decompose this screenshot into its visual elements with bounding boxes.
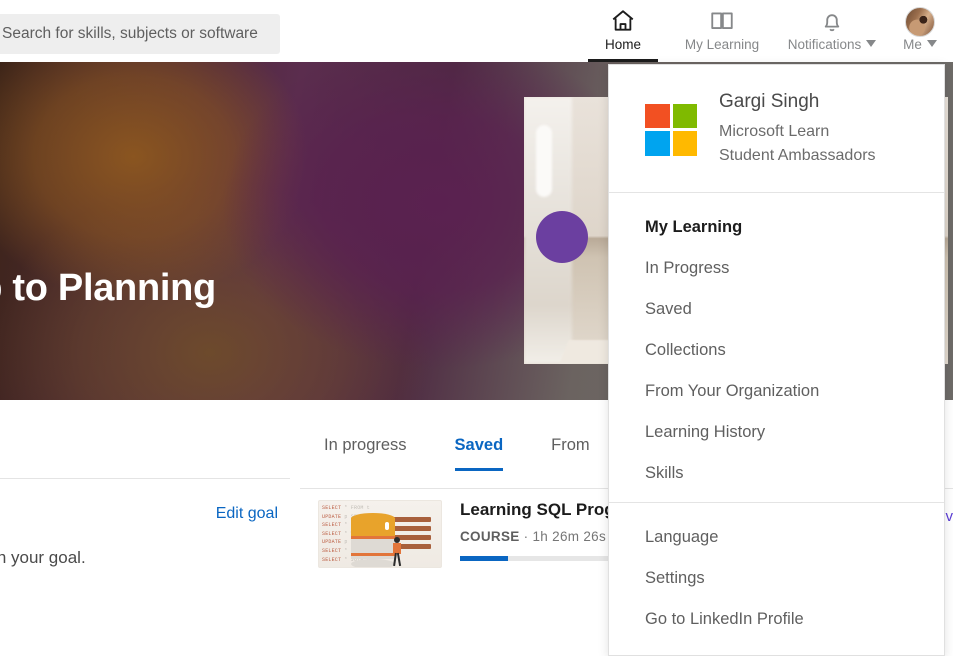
me-profile-header[interactable]: Gargi Singh Microsoft Learn Student Amba… bbox=[609, 65, 944, 192]
me-menu-item-go-to-linkedin-profile[interactable]: Go to LinkedIn Profile bbox=[609, 599, 944, 640]
me-menu-item-skills[interactable]: Skills bbox=[609, 453, 944, 494]
avatar bbox=[905, 6, 935, 36]
nav-item-home[interactable]: Home bbox=[579, 0, 667, 62]
chevron-down-icon-me[interactable] bbox=[927, 40, 937, 47]
me-menu-item-my-learning[interactable]: My Learning bbox=[609, 207, 944, 248]
course-duration: 1h 26m 26s bbox=[532, 529, 606, 544]
home-icon bbox=[610, 6, 636, 36]
me-menu-primary-list: My Learning In Progress Saved Collection… bbox=[609, 193, 944, 502]
book-icon bbox=[709, 6, 735, 36]
me-label-text: Me bbox=[903, 37, 922, 52]
hero-title: e Roadmap to Planning bbox=[0, 267, 216, 310]
me-profile-org: Microsoft Learn Student Ambassadors bbox=[719, 120, 876, 168]
microsoft-logo-icon bbox=[645, 104, 697, 156]
me-dropdown-menu: Gargi Singh Microsoft Learn Student Amba… bbox=[608, 64, 945, 656]
me-menu-item-collections[interactable]: Collections bbox=[609, 330, 944, 371]
me-menu-item-from-your-organization[interactable]: From Your Organization bbox=[609, 371, 944, 412]
tab-saved[interactable]: Saved bbox=[431, 436, 528, 471]
chevron-down-icon[interactable] bbox=[866, 40, 876, 47]
goal-description: ning to reach your goal. bbox=[0, 548, 86, 568]
me-menu-item-language[interactable]: Language bbox=[609, 517, 944, 558]
top-navigation-bar: Home My Learning bbox=[0, 0, 953, 62]
nav-items: Home My Learning bbox=[579, 0, 953, 62]
thumbnail-light-fixture bbox=[536, 125, 552, 197]
tab-in-progress[interactable]: In progress bbox=[300, 436, 431, 471]
course-thumbnail: SELECT * FROM t UPDATE p SET co SELECT *… bbox=[318, 500, 442, 568]
course-thumbnail-person bbox=[389, 537, 405, 567]
nav-item-my-learning-label: My Learning bbox=[685, 37, 759, 52]
me-menu-item-in-progress[interactable]: In Progress bbox=[609, 248, 944, 289]
bell-icon bbox=[819, 6, 845, 36]
me-profile-text: Gargi Singh Microsoft Learn Student Amba… bbox=[719, 91, 876, 168]
my-learning-tabs: In progress Saved From bbox=[300, 436, 614, 471]
me-profile-name: Gargi Singh bbox=[719, 91, 876, 113]
course-progress-fill bbox=[460, 556, 508, 561]
tab-from-your-organization[interactable]: From bbox=[527, 436, 614, 471]
nav-item-my-learning[interactable]: My Learning bbox=[667, 0, 777, 62]
nav-item-me-label: Me bbox=[903, 37, 937, 52]
thumbnail-purple-circle bbox=[536, 211, 588, 263]
linkedin-learning-home-page: e Roadmap to Planning r and Educator Edi… bbox=[0, 0, 953, 656]
me-menu-secondary-list: Language Settings Go to LinkedIn Profile bbox=[609, 503, 944, 648]
nav-item-notifications-label: Notifications bbox=[788, 37, 877, 52]
me-profile-org-line2: Student Ambassadors bbox=[719, 144, 876, 168]
me-menu-item-learning-history[interactable]: Learning History bbox=[609, 412, 944, 453]
notifications-label-text: Notifications bbox=[788, 37, 862, 52]
me-menu-item-saved[interactable]: Saved bbox=[609, 289, 944, 330]
goal-divider bbox=[0, 478, 290, 479]
course-meta-separator: · bbox=[524, 529, 529, 544]
nav-item-me[interactable]: Me bbox=[887, 0, 953, 62]
nav-item-notifications[interactable]: Notifications bbox=[777, 0, 887, 62]
search-input[interactable] bbox=[0, 25, 280, 43]
course-type: COURSE bbox=[460, 529, 520, 544]
nav-item-home-label: Home bbox=[605, 37, 641, 52]
me-menu-item-settings[interactable]: Settings bbox=[609, 558, 944, 599]
search-box[interactable] bbox=[0, 14, 280, 54]
edit-goal-link[interactable]: Edit goal bbox=[216, 505, 278, 523]
me-profile-org-line1: Microsoft Learn bbox=[719, 120, 876, 144]
goal-panel: Edit goal ning to reach your goal. bbox=[0, 400, 290, 656]
